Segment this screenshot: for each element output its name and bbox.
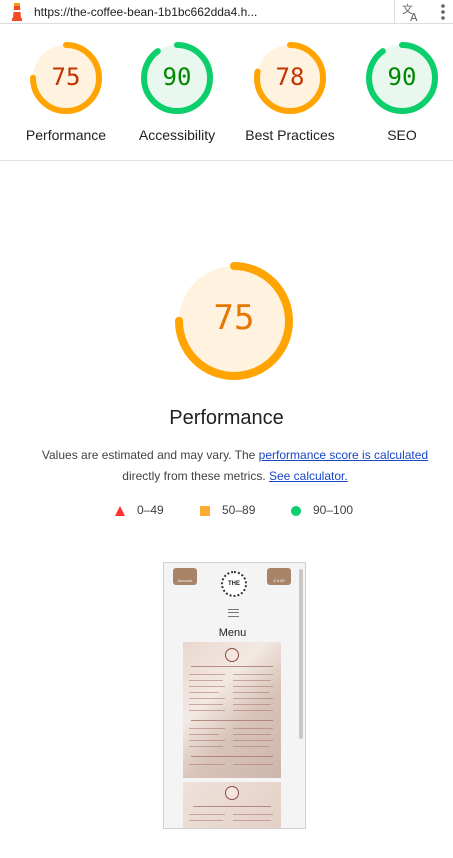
gauge-score: 75 <box>51 63 81 91</box>
legend-pass-label: 90–100 <box>313 503 354 517</box>
desc-prefix: Values are estimated and may vary. The <box>41 448 259 462</box>
legend-average: 50–89 <box>200 503 255 517</box>
site-logo: THE <box>221 571 247 597</box>
gauge-label: SEO <box>387 127 417 143</box>
performance-title: Performance <box>169 407 284 429</box>
hamburger-icon <box>228 609 239 617</box>
legend-average-label: 50–89 <box>222 503 256 517</box>
legend-pass: 90–100 <box>291 503 353 517</box>
performance-description: Values are estimated and may vary. The p… <box>30 445 440 487</box>
menu-photo <box>183 642 281 778</box>
bag-button: £ 0.00 <box>267 568 291 585</box>
site-logo-text: THE <box>228 581 240 587</box>
menu-badge <box>225 648 239 662</box>
account-button: Account <box>173 568 197 585</box>
score-calculated-link[interactable]: performance score is calculated <box>259 448 428 462</box>
gauge-performance[interactable]: 75 Performance <box>13 41 119 143</box>
desc-middle: directly from these metrics. <box>122 469 269 483</box>
menu-photo-2 <box>183 782 281 828</box>
gauge-score: 90 <box>162 63 192 91</box>
see-calculator-link[interactable]: See calculator. <box>269 469 348 483</box>
triangle-icon <box>115 505 125 516</box>
svg-text:A: A <box>410 11 418 23</box>
more-vert-icon[interactable] <box>436 2 450 22</box>
url-bar: https://the-coffee-bean-1b1bc662dda4.h..… <box>0 0 453 24</box>
gauge-label: Best Practices <box>245 127 335 143</box>
gauge-seo[interactable]: 90 SEO <box>349 41 453 143</box>
gauge-score: 90 <box>387 63 417 91</box>
gauge-best-practices[interactable]: 78 Best Practices <box>235 41 345 143</box>
account-label: Account <box>177 578 193 583</box>
final-screenshot[interactable]: Account £ 0.00 THE Menu <box>163 562 306 829</box>
square-icon <box>200 505 210 516</box>
thumbnail-menu-title: Menu <box>218 627 247 639</box>
translate-icon[interactable]: 文 A <box>400 1 422 23</box>
toolbar-divider <box>394 0 395 24</box>
lighthouse-icon <box>12 3 22 21</box>
legend-fail: 0–49 <box>115 503 164 517</box>
bag-label: £ 0.00 <box>273 578 285 583</box>
thumbnail-scrollbar <box>299 569 303 739</box>
section-divider <box>0 160 453 161</box>
gauge-label: Accessibility <box>138 127 216 143</box>
gauge-score: 78 <box>275 63 305 91</box>
legend-fail-label: 0–49 <box>137 503 164 517</box>
page-url[interactable]: https://the-coffee-bean-1b1bc662dda4.h..… <box>34 5 257 19</box>
gauge-label: Performance <box>25 127 107 143</box>
performance-score: 75 <box>213 298 255 338</box>
menu-badge <box>225 786 239 800</box>
gauge-accessibility[interactable]: 90 Accessibility <box>124 41 230 143</box>
circle-icon <box>291 505 301 516</box>
